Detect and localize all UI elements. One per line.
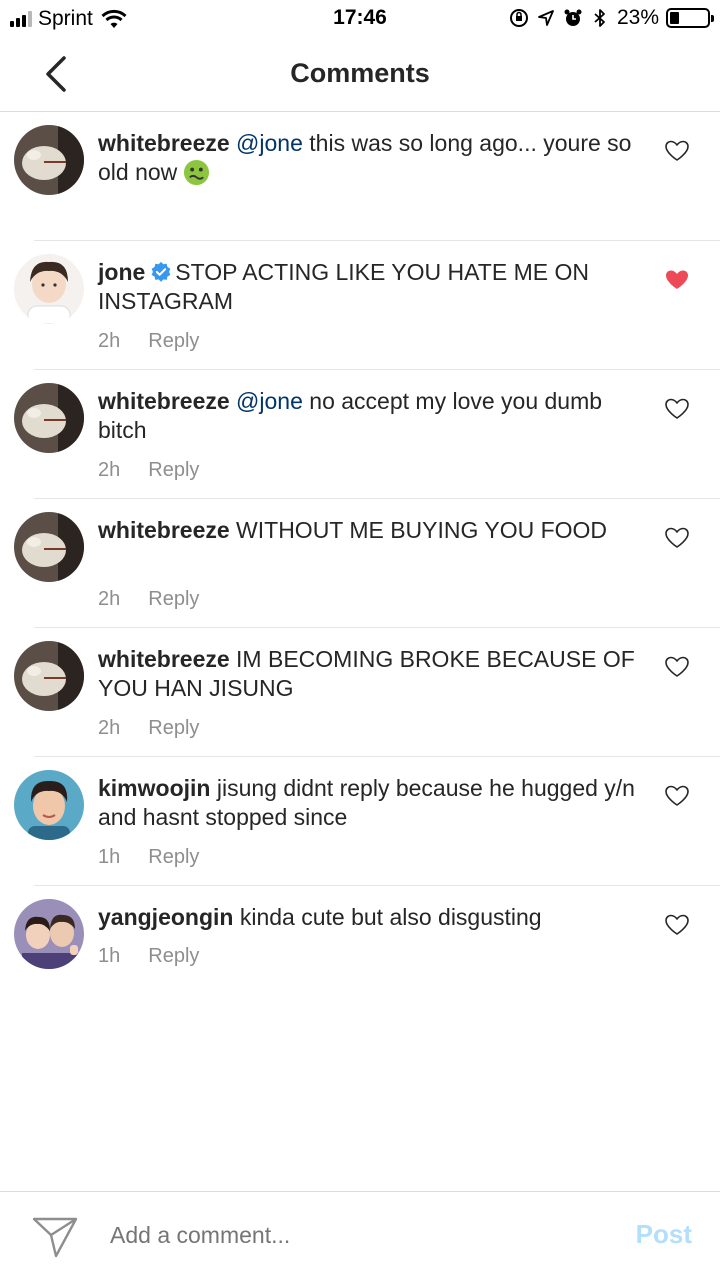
comment-item: yangjeongin kinda cute but also disgusti… xyxy=(14,885,720,985)
alarm-icon xyxy=(564,9,582,26)
avatar[interactable] xyxy=(14,641,84,711)
comment-meta: 2h Reply xyxy=(98,330,199,353)
like-heart-icon[interactable] xyxy=(664,526,690,550)
comment-meta: 2h Reply xyxy=(98,717,199,740)
comment-item: whitebreeze @jone this was so long ago..… xyxy=(0,112,720,240)
reply-button[interactable]: Reply xyxy=(148,588,199,611)
header: Comments xyxy=(0,38,720,112)
like-heart-icon[interactable] xyxy=(664,913,690,937)
reply-button[interactable]: Reply xyxy=(148,330,199,353)
comment-time: 2h xyxy=(98,588,121,610)
orientation-lock-icon xyxy=(509,9,528,27)
avatar[interactable] xyxy=(14,383,84,453)
like-heart-icon[interactable] xyxy=(664,784,690,808)
comment-text: WITHOUT ME BUYING YOU FOOD xyxy=(229,517,608,543)
comment-text: kinda cute but also disgusting xyxy=(233,904,542,930)
comment-username[interactable]: whitebreeze xyxy=(98,130,230,156)
comment-time: 1h xyxy=(98,945,121,967)
comment-input[interactable] xyxy=(110,1222,590,1249)
like-heart-icon[interactable] xyxy=(664,655,690,679)
page-title: Comments xyxy=(290,58,430,88)
avatar[interactable] xyxy=(14,512,84,582)
location-arrow-icon xyxy=(538,10,554,26)
comment-mention[interactable]: @jone xyxy=(236,388,303,414)
status-bar: Sprint 17:46 23% xyxy=(0,0,720,38)
post-button[interactable]: Post xyxy=(636,1219,692,1250)
direct-send-icon[interactable] xyxy=(32,1216,78,1258)
reply-button[interactable]: Reply xyxy=(148,717,199,740)
battery-icon xyxy=(666,8,714,28)
comment-item: whitebreeze IM BECOMING BROKE BECAUSE OF… xyxy=(14,627,720,756)
reply-button[interactable]: Reply xyxy=(148,945,199,968)
like-heart-icon[interactable] xyxy=(664,268,690,292)
comment-time: 2h xyxy=(98,717,121,739)
comment-meta: 1h Reply xyxy=(98,945,199,968)
avatar[interactable] xyxy=(14,254,84,324)
comment-time: 1h xyxy=(98,846,121,868)
comment-username[interactable]: kimwoojin xyxy=(98,775,210,801)
comment-meta: 1h Reply xyxy=(98,846,199,869)
battery-percent: 23% xyxy=(616,6,659,29)
comment-time: 2h xyxy=(98,330,121,352)
comment-item: kimwoojin jisung didnt reply because he … xyxy=(14,756,720,885)
like-heart-icon[interactable] xyxy=(664,397,690,421)
comment-meta: 2h Reply xyxy=(98,588,199,611)
comment-username[interactable]: whitebreeze xyxy=(98,388,230,414)
comment-item: jone STOP ACTING LIKE YOU HATE ME ON INS… xyxy=(14,240,720,369)
reply-button[interactable]: Reply xyxy=(148,846,199,869)
avatar[interactable] xyxy=(14,770,84,840)
verified-badge-icon xyxy=(151,261,171,282)
avatar[interactable] xyxy=(14,125,84,195)
comment-item: whitebreeze @jone no accept my love you … xyxy=(14,369,720,498)
comment-item: whitebreeze WITHOUT ME BUYING YOU FOOD 2… xyxy=(14,498,720,627)
comment-username[interactable]: yangjeongin xyxy=(98,904,233,930)
like-heart-icon[interactable] xyxy=(664,139,690,163)
comment-composer: Post xyxy=(0,1191,720,1280)
reply-button[interactable]: Reply xyxy=(148,459,199,482)
comment-meta: 2h Reply xyxy=(98,459,199,482)
bluetooth-icon xyxy=(594,9,605,27)
comment-time: 2h xyxy=(98,459,121,481)
comment-username[interactable]: jone xyxy=(98,259,145,285)
comment-username[interactable]: whitebreeze xyxy=(98,646,230,672)
comment-mention[interactable]: @jone xyxy=(236,130,303,156)
comment-username[interactable]: whitebreeze xyxy=(98,517,230,543)
avatar[interactable] xyxy=(14,899,84,969)
nauseated-face-icon xyxy=(184,159,210,186)
comment-list: whitebreeze @jone this was so long ago..… xyxy=(0,112,720,985)
